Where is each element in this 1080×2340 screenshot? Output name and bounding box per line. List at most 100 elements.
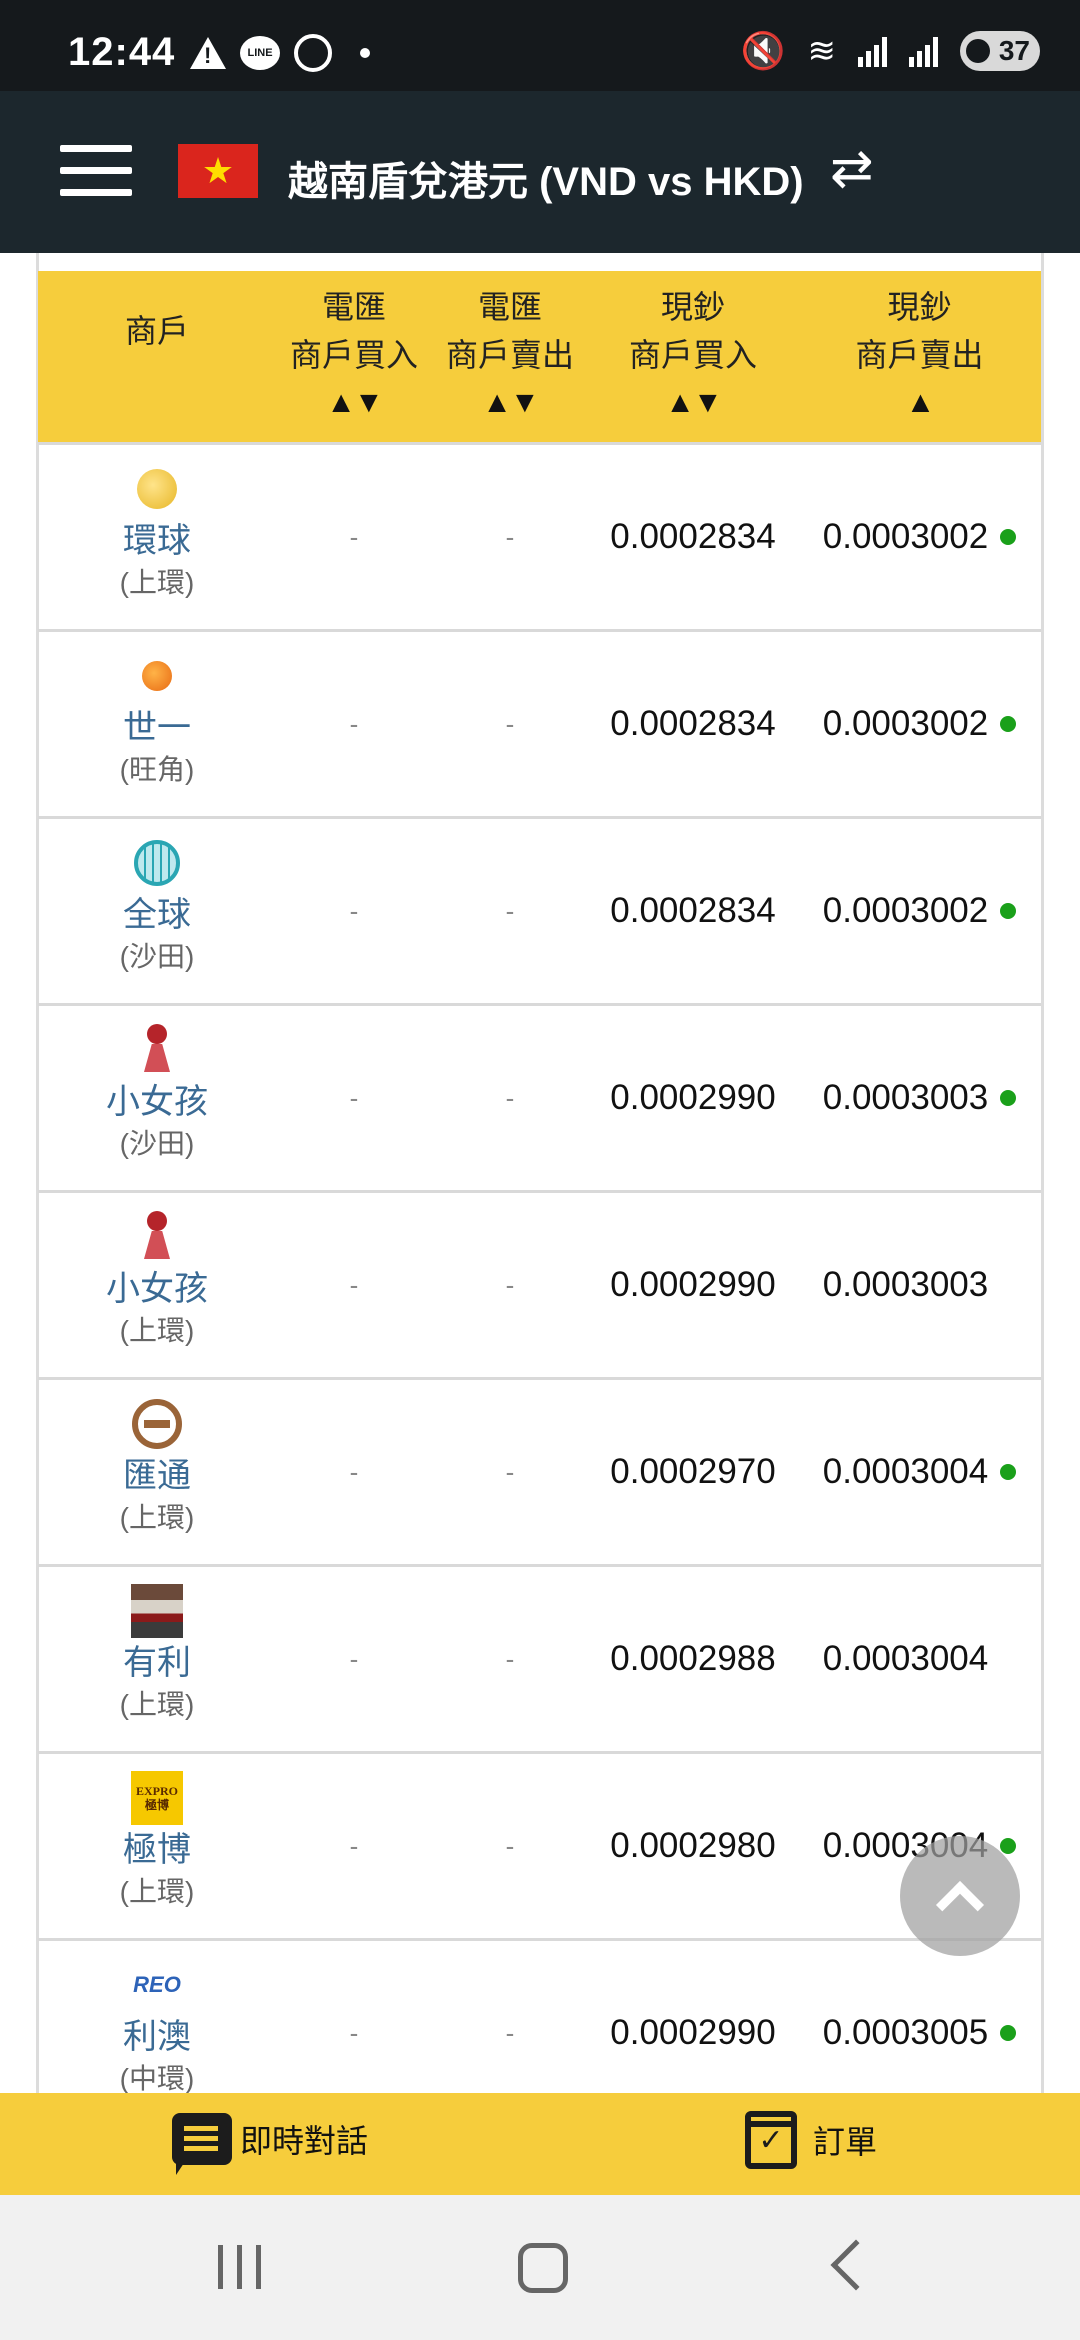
tt-sell-cell: - [432,1193,588,1377]
tt-sell-cell: - [432,1380,588,1564]
live-chat-button[interactable]: 即時對話 [172,2113,368,2175]
status-notification-icons: LINE [190,34,370,72]
cash-buy-value: 0.0002834 [610,704,776,743]
merchant-location: (沙田) [119,1128,195,1159]
merchant-name[interactable]: 環球 [123,519,191,563]
status-system-icons: 🔇 ≋ 37 [741,30,1040,72]
merchant-name[interactable]: 有利 [123,1641,191,1685]
tt-sell-value: - [505,2017,515,2048]
table-row[interactable]: 小女孩 (上環) - - 0.0002990 0.0003003 [38,1190,1041,1377]
girl-logo-icon [131,1024,183,1076]
orange-ball-logo-icon [131,650,183,702]
cash-buy-cell: 0.0002834 [588,632,798,816]
back-icon[interactable] [830,2239,882,2291]
tt-sell-value: - [505,1830,515,1861]
header-tt-buy-line1: 電匯 [321,289,386,325]
cash-sell-cell: 0.0003002 [798,632,1041,816]
page-title[interactable]: 越南盾兌港元 (VND vs HKD) [288,149,804,207]
home-icon[interactable] [518,2243,568,2293]
merchant-name[interactable]: 極博 [123,1828,191,1872]
shopfront-logo-icon [131,1584,183,1638]
cash-buy-value: 0.0002988 [610,1639,776,1678]
table-row[interactable]: 環球 (上環) - - 0.0002834 0.0003002 [38,442,1041,629]
merchant-name[interactable]: 匯通 [123,1454,191,1498]
tt-buy-value: - [349,1830,359,1861]
tt-sell-value: - [505,1269,515,1300]
merchant-cell[interactable]: 匯通 (上環) [38,1380,276,1564]
recents-icon[interactable] [218,2245,261,2289]
merchant-cell[interactable]: EXPRO 極博 極博 (上環) [38,1754,276,1938]
table-border-right [1041,253,1044,2093]
sort-asc-icon[interactable]: ▲ [798,379,1041,427]
orders-button[interactable]: ✓ 訂單 [745,2111,877,2169]
cash-sell-cell: 0.0003005 [798,1941,1041,2093]
cash-sell-value: 0.0003004 [822,1639,989,1678]
merchant-location: (中環) [119,2063,195,2093]
tt-buy-value: - [349,1643,359,1674]
system-nav-bar [0,2195,1080,2340]
sort-icon[interactable]: ▲▼ [276,379,432,427]
table-row[interactable]: 有利 (上環) - - 0.0002988 0.0003004 [38,1564,1041,1751]
check-glyph: ✓ [758,2123,784,2157]
expro-logo-text: EXPRO [136,1784,178,1798]
merchant-name[interactable]: 全球 [123,893,191,937]
merchant-cell[interactable]: 環球 (上環) [38,445,276,629]
table-row[interactable]: 小女孩 (沙田) - - 0.0002990 0.0003003 [38,1003,1041,1190]
cash-sell-cell: 0.0003002 [798,445,1041,629]
header-tt-sell[interactable]: 電匯 商戶賣出 ▲▼ [432,271,588,442]
merchant-location: (上環) [119,1876,195,1907]
tt-sell-value: - [505,1082,515,1113]
hamburger-menu-icon[interactable] [60,145,132,197]
merchant-name[interactable]: 小女孩 [106,1080,208,1124]
calendar-check-icon: ✓ [745,2111,797,2169]
table-row[interactable]: REO 利澳 (中環) - - 0.0002990 0.0003005 [38,1938,1041,2093]
merchant-location: (上環) [119,1689,195,1720]
vietnam-flag-icon[interactable]: ★ [178,144,258,198]
tt-sell-cell: - [432,1754,588,1938]
cash-buy-value: 0.0002990 [610,2013,776,2052]
table-row[interactable]: 匯通 (上環) - - 0.0002970 0.0003004 [38,1377,1041,1564]
sort-icon[interactable]: ▲▼ [588,379,798,427]
table-row[interactable]: 全球 (沙田) - - 0.0002834 0.0003002 [38,816,1041,1003]
cash-buy-value: 0.0002990 [610,1265,776,1304]
merchant-cell[interactable]: 小女孩 (上環) [38,1193,276,1377]
gold-coin-logo-icon [131,463,183,515]
tt-buy-value: - [349,2017,359,2048]
cash-buy-cell: 0.0002834 [588,445,798,629]
reo-logo-icon: REO [131,1959,183,2011]
tt-buy-cell: - [276,1006,432,1190]
cash-sell-cell: 0.0003004 [798,1567,1041,1751]
merchant-cell[interactable]: 世一 (旺角) [38,632,276,816]
merchant-name[interactable]: 小女孩 [106,1267,208,1311]
tt-buy-cell: - [276,819,432,1003]
table-row[interactable]: EXPRO 極博 極博 (上環) - - 0.0002980 0.0003004 [38,1751,1041,1938]
header-tt-buy[interactable]: 電匯 商戶買入 ▲▼ [276,271,432,442]
tt-buy-value: - [349,1082,359,1113]
header-merchant: 商戶 [38,271,276,442]
cash-sell-cell: 0.0003002 [798,819,1041,1003]
header-cash-buy[interactable]: 現鈔 商戶買入 ▲▼ [588,271,798,442]
cash-buy-cell: 0.0002988 [588,1567,798,1751]
header-cash-sell-line1: 現鈔 [887,289,952,325]
merchant-cell[interactable]: 全球 (沙田) [38,819,276,1003]
merchant-cell[interactable]: REO 利澳 (中環) [38,1941,276,2093]
scroll-to-top-button[interactable] [900,1836,1020,1956]
line-icon: LINE [240,36,280,70]
merchant-name[interactable]: 利澳 [123,2015,191,2059]
tt-sell-value: - [505,1643,515,1674]
cash-buy-cell: 0.0002990 [588,1006,798,1190]
merchant-cell[interactable]: 小女孩 (沙田) [38,1006,276,1190]
table-row[interactable]: 世一 (旺角) - - 0.0002834 0.0003002 [38,629,1041,816]
swap-arrows-icon[interactable]: ⇄ [830,143,874,195]
header-cash-sell-line2: 商戶賣出 [855,337,984,373]
merchant-name[interactable]: 世一 [123,706,191,750]
sort-icon[interactable]: ▲▼ [432,379,588,427]
tt-buy-value: - [349,1456,359,1487]
merchant-cell[interactable]: 有利 (上環) [38,1567,276,1751]
tt-buy-value: - [349,521,359,552]
battery-icon: 37 [960,31,1040,71]
merchant-location: (上環) [119,567,195,598]
header-cash-sell[interactable]: 現鈔 商戶賣出 ▲ [798,271,1041,442]
tt-sell-value: - [505,895,515,926]
bottom-action-bar: 即時對話 ✓ 訂單 [0,2093,1080,2195]
